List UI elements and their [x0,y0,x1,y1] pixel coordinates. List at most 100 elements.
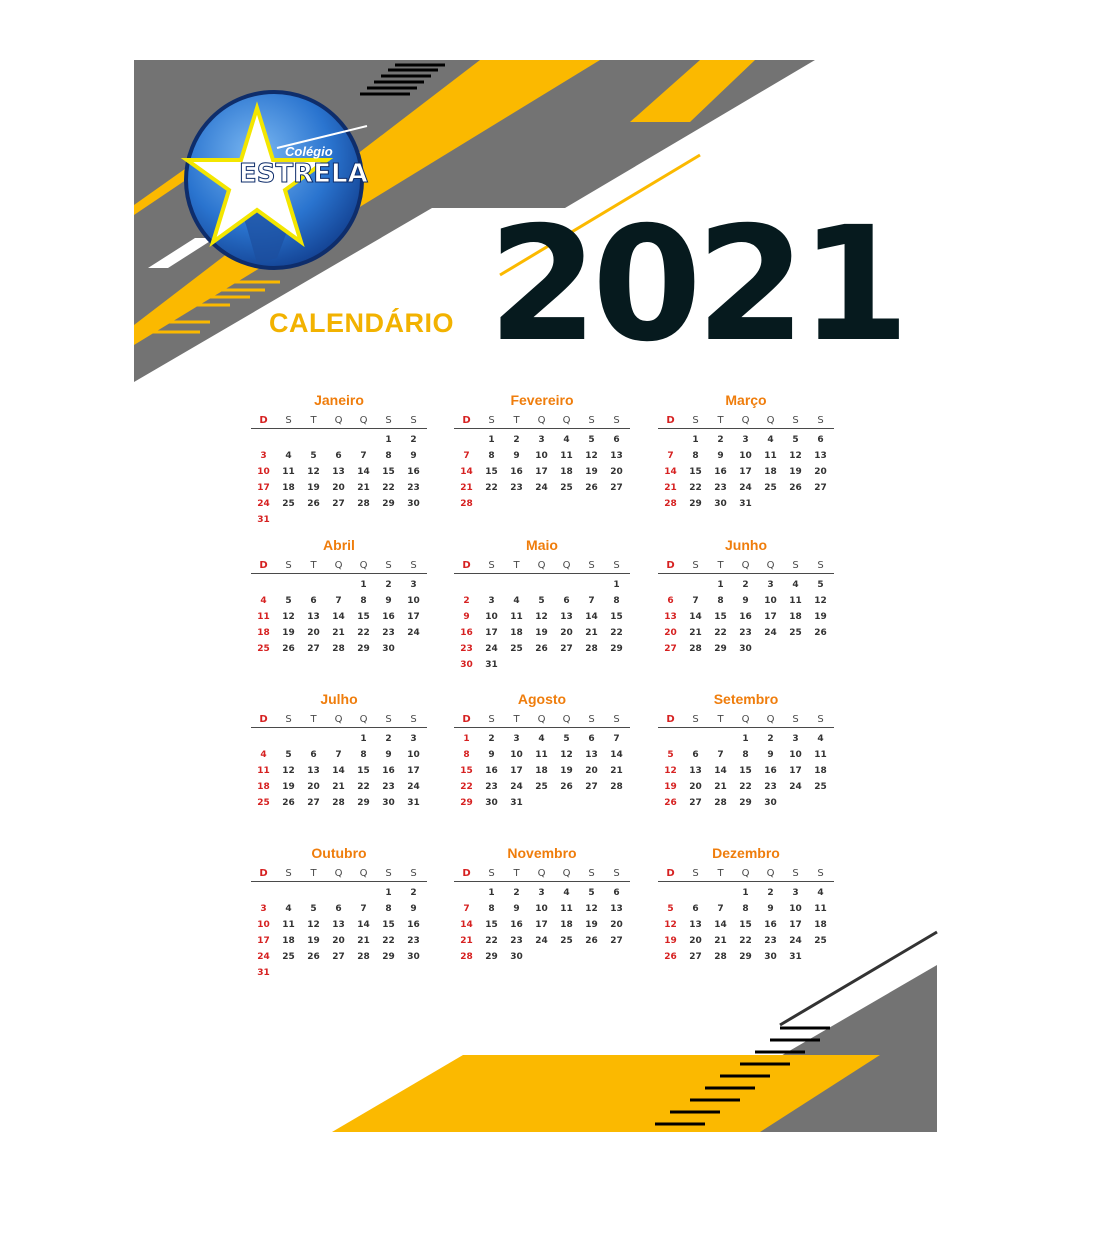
weekday-label: D [666,415,675,426]
day-cell: 10 [407,750,420,760]
day-cell: 12 [789,451,802,461]
day-grid: 1 2 3 4 5 6 7 8 9 10 11 12 13 14 15 16 17 18 19 20 21 22 23 24 2… [251,432,427,528]
day-cell: 16 [739,612,752,622]
weekday-label: Q [562,714,571,725]
day-cell: 9 [410,904,417,914]
day-cell: 8 [692,451,699,461]
day-cell: 25 [814,782,827,792]
day-cell: 12 [664,920,677,930]
day-cell: 13 [814,451,827,461]
day-cell: 6 [335,904,342,914]
day-cell: 6 [692,904,699,914]
day-cell: 15 [739,766,752,776]
empty-cell [251,885,276,901]
day-cell: 26 [307,952,320,962]
day-cell: 11 [789,596,802,606]
day-cell: 19 [789,467,802,477]
day-cell: 26 [560,782,573,792]
day-cell: 15 [689,467,702,477]
day-cell: 13 [307,766,320,776]
day-cell: 22 [714,628,727,638]
day-cell: 24 [257,499,270,509]
month-name: Outubro [311,845,367,861]
day-cell: 29 [610,644,623,654]
day-cell: 30 [739,644,752,654]
day-cell: 12 [585,451,598,461]
weekday-label: Q [766,560,775,571]
weekday-label: S [817,560,824,571]
day-cell: 13 [689,920,702,930]
day-cell: 1 [360,580,367,590]
empty-cell [251,577,276,593]
day-cell: 10 [789,750,802,760]
day-cell: 9 [767,750,774,760]
weekday-label: S [385,868,392,879]
weekday-label: T [717,868,724,879]
day-cell: 16 [510,920,523,930]
day-cell: 7 [463,904,470,914]
day-cell: 28 [689,644,702,654]
day-cell: 25 [535,782,548,792]
day-cell: 4 [767,435,774,445]
weekday-label: D [462,415,471,426]
day-grid: 1 2 3 4 5 6 7 8 9 10 11 12 13 14 15 16 17 18 19 20 21 22 23 24 2… [454,731,630,811]
day-cell: 27 [307,644,320,654]
weekday-label: D [259,560,268,571]
weekday-header: DSTQQSS [658,558,834,574]
month-block: Dezembro D S T Q Q S S 1 2 3 4 5 6 7 8 9 10 11 12 13 14 15 16 17… [658,844,834,965]
day-cell: 28 [610,782,623,792]
month-name: Fevereiro [510,392,574,408]
day-cell: 29 [739,798,752,808]
weekday-label: Q [359,714,368,725]
day-cell: 22 [357,782,370,792]
day-cell: 3 [792,734,799,744]
day-cell: 12 [307,467,320,477]
weekday-label: S [792,714,799,725]
month-block: Julho D S T Q Q S S 1 2 3 4 5 6 7 8 9 10 11 12 13 14 15 16 17 18 1… [251,690,427,811]
weekday-label: Q [334,560,343,571]
day-cell: 17 [510,766,523,776]
empty-cell [683,731,708,747]
day-cell: 10 [789,904,802,914]
weekday-header: DSTQQSS [251,712,427,728]
day-cell: 9 [717,451,724,461]
day-cell: 30 [382,644,395,654]
weekday-header: DSTQQSS [658,712,834,728]
day-cell: 16 [714,467,727,477]
day-cell: 18 [257,782,270,792]
day-cell: 30 [460,660,473,670]
day-cell: 28 [664,499,677,509]
day-cell: 1 [463,734,470,744]
day-cell: 11 [764,451,777,461]
day-cell: 23 [714,483,727,493]
empty-cell [708,885,733,901]
empty-cell [504,577,529,593]
day-cell: 13 [332,467,345,477]
day-cell: 24 [789,936,802,946]
day-cell: 8 [488,451,495,461]
day-cell: 8 [360,596,367,606]
day-cell: 16 [407,920,420,930]
day-cell: 5 [817,580,824,590]
weekday-label: S [285,868,292,879]
weekday-label: Q [359,415,368,426]
day-cell: 27 [307,798,320,808]
month-block: Março D S T Q Q S S 1 2 3 4 5 6 7 8 9 10 11 12 13 14 15 16 17 18 1… [658,391,834,512]
day-cell: 6 [613,888,620,898]
day-cell: 28 [714,798,727,808]
weekday-header: DSTQQSS [454,558,630,574]
day-cell: 19 [535,628,548,638]
day-cell: 11 [282,920,295,930]
empty-cell [708,731,733,747]
day-cell: 27 [689,952,702,962]
day-cell: 6 [335,451,342,461]
day-cell: 17 [535,467,548,477]
weekday-label: T [717,415,724,426]
day-cell: 8 [385,904,392,914]
day-cell: 4 [538,734,545,744]
day-cell: 18 [560,467,573,477]
empty-cell [658,577,683,593]
empty-cell [554,577,579,593]
logo-top-text: Colégio [285,144,333,159]
day-cell: 27 [332,952,345,962]
